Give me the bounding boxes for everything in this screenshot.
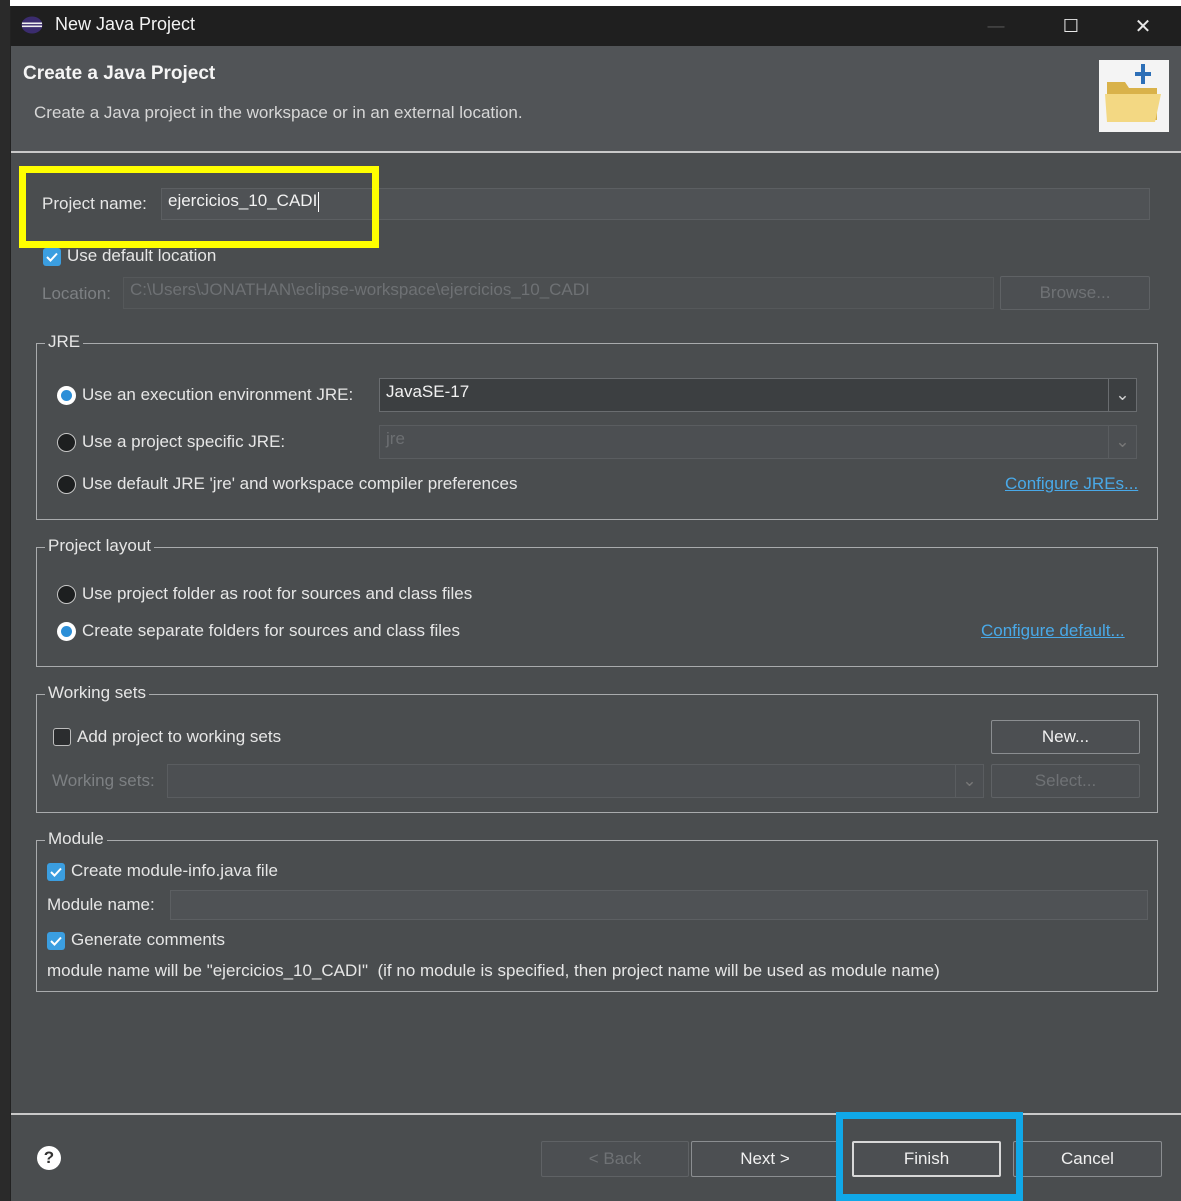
checkmark-icon	[46, 252, 58, 262]
add-to-working-sets-checkbox[interactable]	[53, 728, 71, 746]
layout-root-radio[interactable]	[57, 585, 76, 604]
working-sets-group-title: Working sets	[45, 683, 149, 703]
jre-env-label: Use an execution environment JRE:	[82, 385, 354, 404]
add-to-working-sets-label: Add project to working sets	[77, 727, 282, 746]
working-sets-label: Working sets:	[52, 771, 155, 790]
jre-env-select[interactable]: JavaSE-17 ⌄	[379, 378, 1137, 412]
wizard-header: Create a Java Project Create a Java proj…	[11, 46, 1181, 152]
project-name-highlight	[19, 166, 379, 248]
jre-env-value: JavaSE-17	[386, 382, 470, 401]
new-java-project-dialog: New Java Project — ☐ ✕ Create a Java Pro…	[10, 6, 1181, 1201]
location-input[interactable]: C:\Users\JONATHAN\eclipse-workspace\ejer…	[123, 277, 994, 309]
back-label: < Back	[588, 1149, 642, 1168]
jre-specific-label: Use a project specific JRE:	[82, 432, 286, 451]
close-button[interactable]: ✕	[1108, 6, 1178, 46]
chevron-down-icon: ⌄	[1108, 379, 1136, 411]
jre-specific-value: jre	[386, 429, 405, 448]
use-default-location-label: Use default location	[67, 246, 217, 265]
eclipse-icon	[21, 16, 43, 34]
new-project-folder-icon	[1099, 60, 1169, 132]
browse-label: Browse...	[1039, 283, 1111, 302]
use-default-location-checkbox[interactable]	[43, 248, 61, 266]
create-module-info-label: Create module-info.java file	[71, 861, 278, 880]
module-group-title: Module	[45, 829, 107, 849]
create-module-info-checkbox[interactable]	[47, 863, 65, 881]
configure-default-link[interactable]: Configure default...	[981, 621, 1125, 641]
project-layout-group-title: Project layout	[45, 536, 154, 556]
configure-jres-link[interactable]: Configure JREs...	[1005, 474, 1138, 494]
page-title: Create a Java Project	[23, 63, 216, 84]
window-title: New Java Project	[55, 14, 196, 34]
chevron-down-icon: ⌄	[1108, 426, 1136, 458]
checkmark-icon	[50, 867, 62, 877]
module-name-input[interactable]	[170, 890, 1148, 920]
minimize-button[interactable]: —	[961, 6, 1031, 46]
page-description: Create a Java project in the workspace o…	[34, 103, 523, 122]
jre-default-radio[interactable]	[57, 475, 76, 494]
back-button[interactable]: < Back	[541, 1141, 689, 1177]
chevron-down-icon: ⌄	[955, 765, 983, 797]
maximize-button[interactable]: ☐	[1036, 6, 1106, 46]
background-strip	[0, 0, 10, 1201]
jre-env-radio[interactable]	[57, 386, 76, 405]
location-label: Location:	[42, 284, 111, 303]
jre-specific-radio[interactable]	[57, 433, 76, 452]
checkmark-icon	[50, 936, 62, 946]
cancel-button[interactable]: Cancel	[1013, 1141, 1162, 1177]
working-sets-select[interactable]: ⌄	[167, 764, 984, 798]
cancel-label: Cancel	[1061, 1149, 1114, 1168]
browse-button[interactable]: Browse...	[1000, 276, 1150, 310]
header-separator	[11, 151, 1181, 153]
close-icon: ✕	[1134, 15, 1152, 38]
project-layout-group: Project layout	[36, 536, 1158, 667]
help-icon[interactable]: ?	[37, 1146, 61, 1170]
generate-comments-label: Generate comments	[71, 930, 226, 949]
select-working-sets-button[interactable]: Select...	[991, 764, 1140, 798]
minimize-icon: —	[987, 16, 1005, 35]
jre-specific-select[interactable]: jre ⌄	[379, 425, 1137, 459]
title-bar: New Java Project — ☐ ✕	[11, 6, 1181, 46]
select-working-sets-label: Select...	[1034, 771, 1097, 790]
next-label: Next >	[740, 1149, 790, 1168]
generate-comments-checkbox[interactable]	[47, 932, 65, 950]
finish-button-highlight	[836, 1112, 1023, 1201]
module-info-text: module name will be "ejercicios_10_CADI"…	[47, 961, 940, 980]
new-working-set-label: New...	[1041, 727, 1090, 746]
help-glyph: ?	[43, 1148, 55, 1167]
layout-separate-label: Create separate folders for sources and …	[82, 621, 460, 640]
jre-group-title: JRE	[45, 332, 84, 352]
jre-default-label: Use default JRE 'jre' and workspace comp…	[82, 474, 518, 493]
layout-separate-radio[interactable]	[57, 622, 76, 641]
maximize-icon: ☐	[1062, 15, 1080, 36]
new-working-set-button[interactable]: New...	[991, 720, 1140, 754]
module-name-label: Module name:	[47, 895, 155, 914]
next-button[interactable]: Next >	[691, 1141, 839, 1177]
location-value: C:\Users\JONATHAN\eclipse-workspace\ejer…	[130, 280, 590, 299]
layout-root-label: Use project folder as root for sources a…	[82, 584, 473, 603]
